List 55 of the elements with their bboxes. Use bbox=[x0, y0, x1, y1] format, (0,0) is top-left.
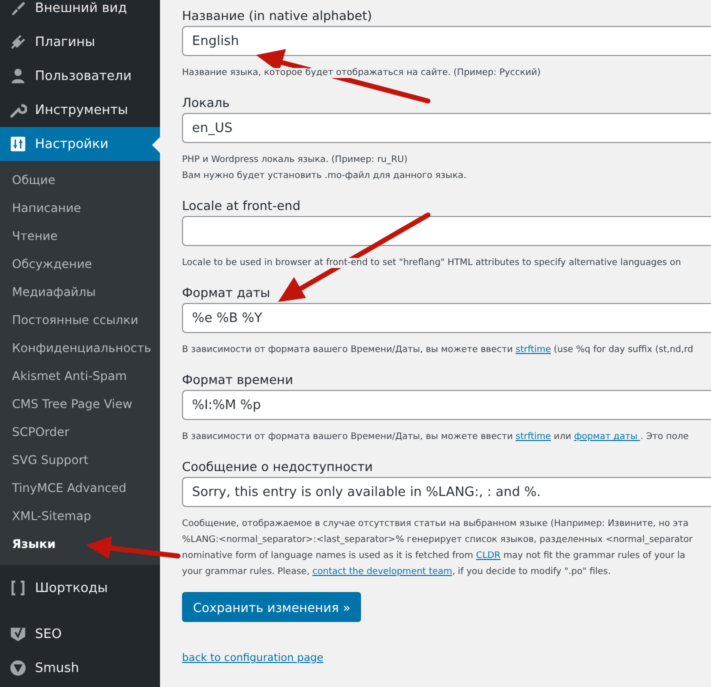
sidebar-menu-item[interactable]: Инструменты bbox=[0, 93, 160, 127]
help-link[interactable]: strftime bbox=[516, 345, 551, 355]
help-link[interactable]: strftime bbox=[516, 432, 551, 442]
back-link[interactable]: back to configuration page bbox=[182, 652, 324, 664]
sidebar-menu-item[interactable]: Внешний вид bbox=[0, 0, 160, 25]
sliders-icon bbox=[9, 135, 27, 153]
submenu-item[interactable]: Постоянные ссылки bbox=[0, 306, 160, 334]
field-description: PHP и Wordpress локаль языка. (Пример: ru_RU) Вам нужно будет установить .mo-файл для данного языка. bbox=[182, 154, 468, 183]
submenu-item[interactable]: Языки bbox=[0, 530, 160, 558]
field-label: Формат даты bbox=[182, 284, 272, 302]
field-description: В зависимости от формата вашего Времени/Даты, вы можете ввести strftime (use %q for day suffix (st,nd,rd bbox=[182, 344, 694, 357]
submenu-item[interactable]: Медиафайлы bbox=[0, 278, 160, 306]
field-description: Locale to be used in browser at front-end to set "hreflang" HTML attributes to specify alternative languages on bbox=[182, 257, 682, 270]
text-field[interactable]: %e %B %Y bbox=[182, 303, 711, 333]
plug-icon bbox=[9, 33, 27, 51]
current-menu-pointer bbox=[152, 137, 160, 153]
submenu-item[interactable]: Akismet Anti-Spam bbox=[0, 362, 160, 390]
submenu-item[interactable]: TinyMCE Advanced bbox=[0, 474, 160, 502]
user-icon bbox=[9, 67, 27, 85]
sidebar-menu-item[interactable]: Настройки bbox=[0, 127, 160, 161]
field-label: Локаль bbox=[182, 94, 231, 112]
submenu-item[interactable]: SVG Support bbox=[0, 446, 160, 474]
sidebar-menu-item[interactable]: Шорткоды bbox=[0, 571, 160, 605]
save-button[interactable]: Сохранить изменения » bbox=[182, 592, 362, 622]
submenu-item[interactable]: SCPOrder bbox=[0, 418, 160, 446]
submenu-item[interactable]: XML-Sitemap bbox=[0, 502, 160, 530]
submenu-item[interactable]: CMS Tree Page View bbox=[0, 390, 160, 418]
text-field[interactable]: English bbox=[182, 26, 711, 56]
text-field[interactable] bbox=[182, 216, 711, 246]
field-label: Формат времени bbox=[182, 371, 294, 389]
sidebar-menu-item[interactable]: SEO bbox=[0, 617, 160, 651]
sidebar-menu-item[interactable]: Пользователи bbox=[0, 59, 160, 93]
help-link[interactable]: формат даты bbox=[574, 432, 640, 442]
field-label: Название (in native alphabet) bbox=[182, 7, 374, 25]
help-link[interactable]: contact the development team bbox=[312, 567, 452, 577]
shield-icon bbox=[9, 625, 27, 643]
sidebar-menu-item[interactable]: Smush bbox=[0, 651, 160, 685]
field-label: Сообщение о недоступности bbox=[182, 458, 374, 476]
help-link[interactable]: CLDR bbox=[476, 551, 501, 561]
field-label: Locale at front-end bbox=[182, 197, 302, 215]
sidebar-menu-item[interactable]: Плагины bbox=[0, 25, 160, 59]
text-field[interactable]: %I:%M %p bbox=[182, 390, 711, 420]
field-description: Название языка, которое будет отображаться на сайте. (Пример: Русский) bbox=[182, 67, 542, 80]
submenu-item[interactable]: Написание bbox=[0, 194, 160, 222]
submenu-item[interactable]: Общие bbox=[0, 166, 160, 194]
submenu-item[interactable]: Обсуждение bbox=[0, 250, 160, 278]
wrench-icon bbox=[9, 101, 27, 119]
field-description: В зависимости от формата вашего Времени/Даты, вы можете ввести strftime или формат даты . Это поле bbox=[182, 431, 690, 444]
brush-icon bbox=[9, 0, 27, 17]
submenu-item[interactable]: Конфиденциальность bbox=[0, 334, 160, 362]
text-field[interactable]: Sorry, this entry is only available in %LANG:, : and %. bbox=[182, 477, 711, 507]
brackets-icon bbox=[9, 579, 27, 597]
field-description: Сообщение, отображаемое в случае отсутствия статьи на выбранном языке (Например: Извините, но эта %LANG:<normal_separator>:<last_separator>% генерирует список языков, разделенных <normal_separator nominative form of language names is used as it is fetched from CLDR may not fit the grammar rules of your la your grammar rules. Please, contact the development team, if you decide to modify ".po" files. bbox=[182, 518, 694, 579]
submenu-item[interactable]: Чтение bbox=[0, 222, 160, 250]
text-field[interactable]: en_US bbox=[182, 113, 711, 143]
